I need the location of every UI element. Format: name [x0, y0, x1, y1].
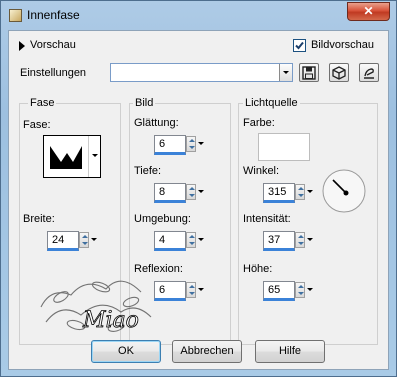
fase-label: Fase:: [23, 119, 51, 131]
tiefe-label: Tiefe:: [134, 165, 162, 177]
reflexion-spinbox[interactable]: 6: [154, 281, 208, 301]
bildvorschau-label: Bildvorschau: [311, 39, 374, 51]
close-icon: ✕: [363, 4, 374, 18]
svg-text:Miao: Miao: [82, 308, 139, 333]
bild-group-title: Bild: [133, 97, 156, 109]
winkel-stepper[interactable]: [295, 184, 305, 200]
cancel-button[interactable]: Abbrechen: [172, 340, 242, 363]
lichtquelle-group-title: Lichtquelle: [243, 97, 300, 109]
umgebung-label: Umgebung:: [134, 213, 191, 225]
hoehe-stepper[interactable]: [295, 282, 305, 298]
hoehe-spinbox[interactable]: 65: [263, 281, 317, 301]
chevron-down-icon[interactable]: [306, 282, 315, 298]
app-icon: [9, 9, 22, 22]
check-icon: [293, 39, 306, 52]
help-button[interactable]: Hilfe: [255, 340, 325, 363]
pen-icon: [364, 68, 374, 79]
settings-label: Einstellungen: [20, 67, 87, 79]
load-settings-button[interactable]: [329, 63, 349, 82]
bildvorschau-checkbox[interactable]: [293, 39, 306, 55]
chevron-down-icon: [92, 154, 98, 157]
cube-icon: [332, 66, 346, 80]
chevron-down-icon[interactable]: [279, 64, 292, 81]
chevron-down-icon[interactable]: [197, 282, 206, 298]
ok-button[interactable]: OK: [91, 340, 161, 363]
settings-combobox[interactable]: [110, 63, 293, 82]
reset-settings-button[interactable]: [359, 63, 379, 82]
tiefe-spinbox[interactable]: 8: [154, 183, 208, 203]
fase-group-title: Fase: [28, 97, 57, 109]
dialog-body: Vorschau Bildvorschau Einstellungen Fase…: [8, 30, 389, 370]
intensitaet-spinbox[interactable]: 37: [263, 231, 317, 251]
umgebung-spinbox[interactable]: 4: [154, 231, 208, 251]
winkel-spinbox[interactable]: 315: [263, 183, 317, 203]
chevron-down-icon[interactable]: [306, 184, 315, 200]
light-color-swatch[interactable]: [258, 133, 310, 161]
chevron-down-icon[interactable]: [90, 232, 99, 248]
winkel-value: 315: [268, 186, 287, 198]
breite-value: 24: [52, 234, 65, 246]
floppy-disk-icon: [302, 66, 316, 80]
dialog-window: Innenfase ✕ Vorschau Bildvorschau Einste…: [0, 0, 397, 377]
breite-label: Breite:: [23, 213, 55, 225]
chevron-down-icon[interactable]: [197, 232, 206, 248]
reflexion-stepper[interactable]: [186, 282, 196, 298]
farbe-label: Farbe:: [243, 117, 275, 129]
fase-selector[interactable]: [43, 135, 101, 178]
preview-label[interactable]: Vorschau: [30, 39, 76, 51]
umgebung-value: 4: [159, 234, 166, 246]
glaettung-spinbox[interactable]: 6: [154, 135, 208, 155]
glaettung-label: Glättung:: [134, 117, 179, 129]
save-settings-button[interactable]: [299, 63, 319, 82]
intensitaet-label: Intensität:: [243, 213, 291, 225]
glaettung-stepper[interactable]: [186, 136, 196, 152]
tiefe-stepper[interactable]: [186, 184, 196, 200]
chevron-down-icon[interactable]: [197, 184, 206, 200]
tiefe-value: 8: [159, 186, 166, 198]
bevel-shape-icon: [50, 146, 82, 169]
close-button[interactable]: ✕: [347, 2, 390, 21]
glaettung-value: 6: [159, 138, 166, 150]
chevron-down-icon[interactable]: [197, 136, 206, 152]
fase-dropdown[interactable]: [88, 136, 101, 177]
intensitaet-stepper[interactable]: [295, 232, 305, 248]
hoehe-label: Höhe:: [243, 263, 273, 275]
decorative-watermark-icon: Miao: [40, 280, 152, 333]
breite-stepper[interactable]: [79, 232, 89, 248]
umgebung-stepper[interactable]: [186, 232, 196, 248]
intensitaet-value: 37: [268, 234, 281, 246]
expand-preview-icon[interactable]: [19, 41, 25, 51]
breite-spinbox[interactable]: 24: [47, 231, 101, 251]
winkel-label: Winkel:: [243, 165, 280, 177]
chevron-down-icon[interactable]: [306, 232, 315, 248]
angle-dial[interactable]: [321, 168, 367, 214]
hoehe-value: 65: [268, 284, 281, 296]
title-bar[interactable]: Innenfase ✕: [1, 1, 396, 29]
window-title: Innenfase: [27, 8, 80, 22]
